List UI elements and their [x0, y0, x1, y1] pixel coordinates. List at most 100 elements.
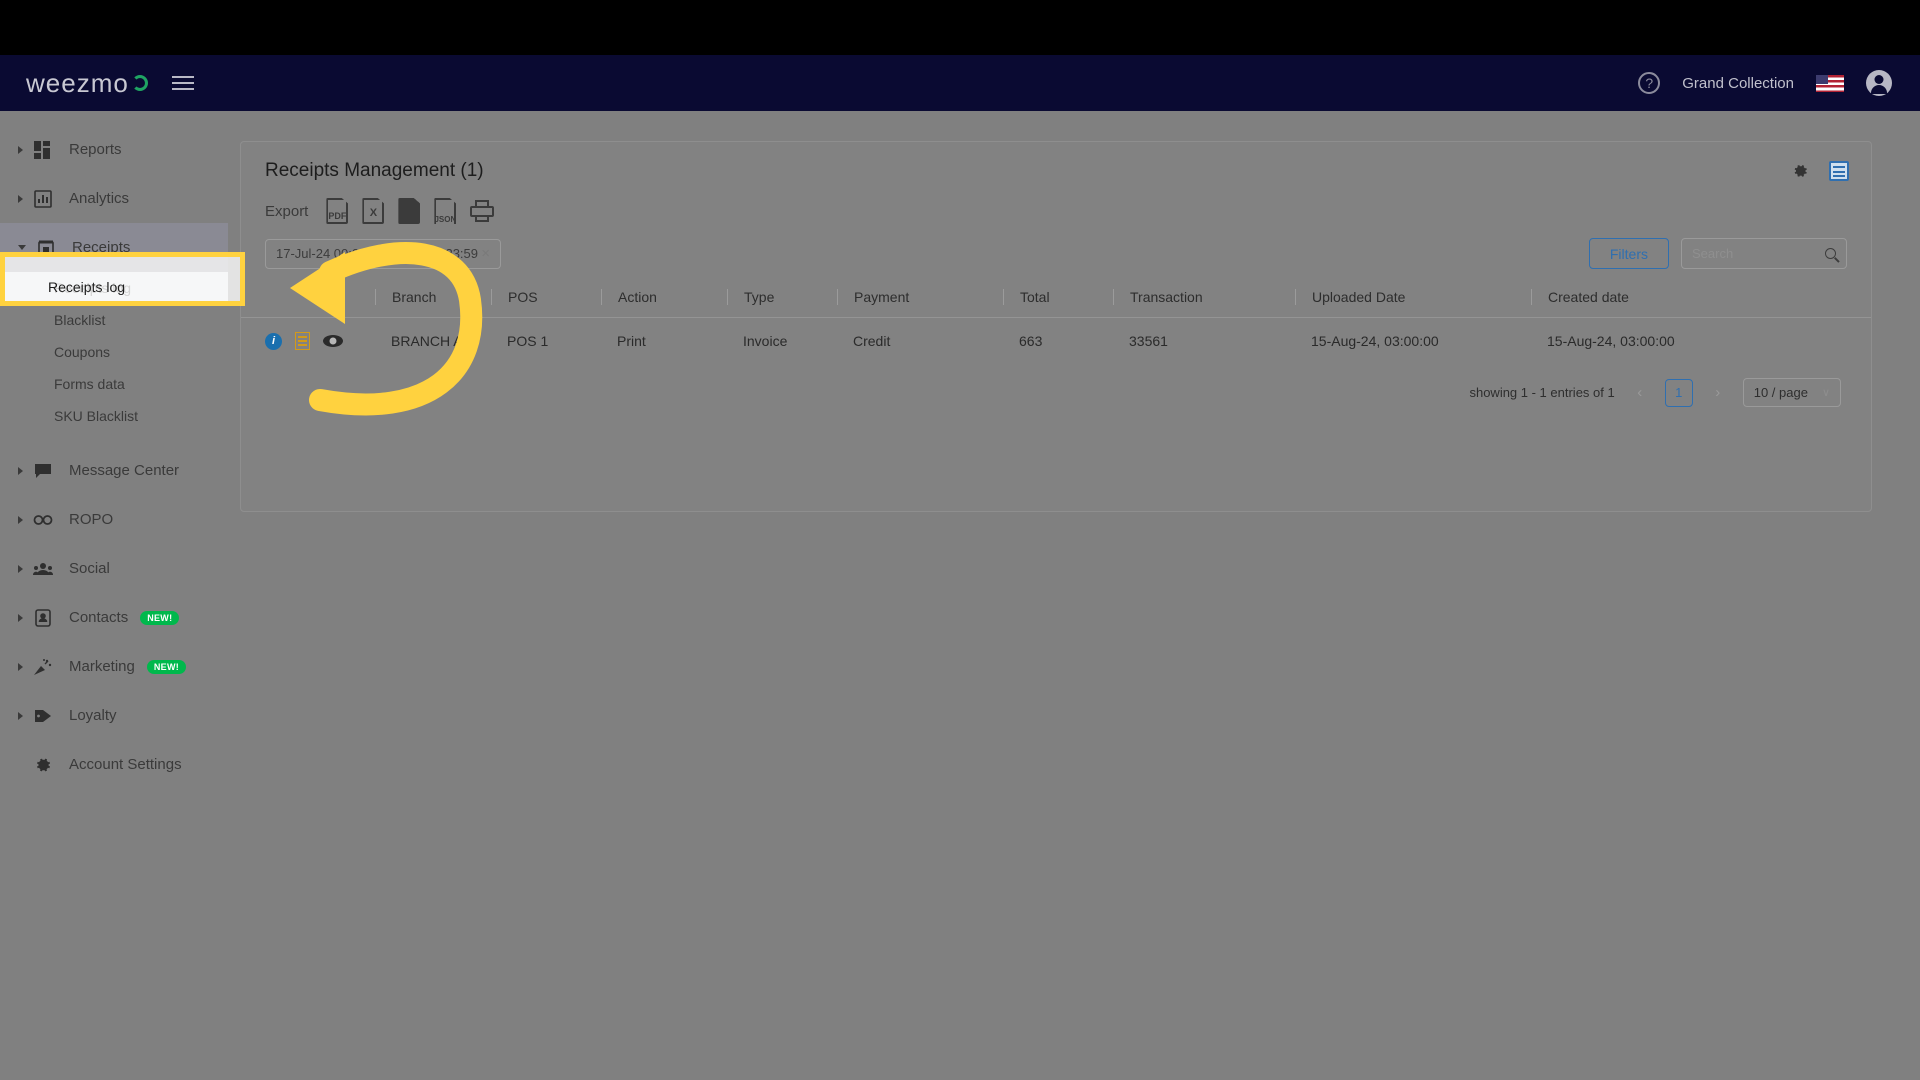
print-export-icon[interactable] [470, 200, 495, 222]
row-action-icons: i [241, 318, 375, 365]
sidebar-item-analytics[interactable]: Analytics [0, 174, 228, 223]
sidebar-item-loyalty[interactable]: Loyalty [0, 691, 228, 740]
sidebar-item-contacts[interactable]: Contacts NEW! [0, 593, 228, 642]
filter-toolbar: 17-Jul-24 00:00 ~ 15-Aug-24 23:59 × Filt… [241, 224, 1871, 269]
chevron-down-icon [18, 245, 26, 250]
column-total[interactable]: Total [1003, 283, 1113, 318]
sidebar-item-ropo[interactable]: ROPO [0, 495, 228, 544]
json-export-icon[interactable]: JSON [434, 198, 457, 224]
chevron-right-icon [18, 711, 23, 720]
chevron-right-icon [18, 466, 23, 475]
status-badge: NEW! [140, 610, 180, 625]
pdf-label: PDF [328, 211, 347, 221]
sidebar-item-label: Account Settings [69, 756, 182, 773]
sidebar-item-marketing[interactable]: Marketing NEW! [0, 642, 228, 691]
cell-payment: Credit [853, 333, 891, 349]
export-toolbar: Export PDF X JSON [241, 182, 1871, 224]
screenshot-root: weezmo ? Grand Collection Reports Analyt… [0, 0, 1920, 1080]
search-box[interactable] [1681, 238, 1847, 269]
chevron-down-icon: ∨ [1821, 387, 1830, 399]
sidebar-item-reports[interactable]: Reports [0, 125, 228, 174]
chevron-right-icon [18, 662, 23, 671]
table-header: Branch POS Action Type Payment Total Tra… [241, 283, 1871, 318]
table-header-row: Branch POS Action Type Payment Total Tra… [241, 283, 1871, 318]
date-range-input[interactable]: 17-Jul-24 00:00 ~ 15-Aug-24 23:59 × [265, 238, 501, 269]
infinity-icon [31, 509, 55, 531]
sidebar-item-label: Marketing [69, 658, 135, 675]
page-size-select[interactable]: 10 / page ∨ [1742, 378, 1841, 407]
search-icon[interactable] [1825, 248, 1836, 259]
eye-icon[interactable] [323, 335, 343, 347]
column-type[interactable]: Type [727, 283, 837, 318]
pdf-export-icon[interactable]: PDF [326, 198, 349, 224]
top-navbar: weezmo ? Grand Collection [0, 55, 1920, 111]
organization-name[interactable]: Grand Collection [1682, 75, 1794, 92]
column-created-date[interactable]: Created date [1531, 283, 1871, 318]
app-logo[interactable]: weezmo [26, 68, 148, 99]
sidebar-item-label: Analytics [69, 190, 130, 207]
bar-chart-icon [31, 188, 55, 210]
account-icon[interactable] [1866, 70, 1892, 96]
sidebar-item-label: ROPO [69, 511, 114, 528]
sidebar-item-social[interactable]: Social [0, 544, 228, 593]
column-actions [241, 283, 375, 318]
pagination-summary: showing 1 - 1 entries of 1 [1469, 385, 1615, 400]
sidebar-item-message-center[interactable]: Message Center [0, 446, 228, 495]
help-icon[interactable]: ? [1638, 72, 1661, 94]
table-body: i BRANCH A POS 1 Print Invoice Credit 66… [241, 318, 1871, 365]
column-payment[interactable]: Payment [837, 283, 1003, 318]
receipts-table: Branch POS Action Type Payment Total Tra… [241, 283, 1871, 364]
cell-action: Print [617, 333, 646, 349]
people-icon [31, 558, 55, 580]
column-action[interactable]: Action [601, 283, 727, 318]
sidebar-item-blacklist[interactable]: Blacklist [0, 304, 228, 336]
sidebar-item-sku-blacklist[interactable]: SKU Blacklist [0, 400, 228, 432]
status-badge: NEW! [146, 659, 187, 674]
pagination-next-button[interactable]: › [1709, 384, 1727, 401]
receipts-management-card: Receipts Management (1) Export PDF X JSO… [240, 141, 1872, 512]
party-popper-icon [31, 656, 55, 678]
info-icon[interactable]: i [265, 332, 282, 350]
table-view-icon[interactable] [1829, 161, 1849, 181]
dashboard-icon [31, 139, 55, 161]
column-pos[interactable]: POS [491, 283, 601, 318]
navbar-right-group: ? Grand Collection [1638, 70, 1892, 96]
cell-branch: BRANCH A [391, 333, 463, 349]
pagination-page-1[interactable]: 1 [1664, 378, 1693, 407]
chat-icon [31, 460, 55, 482]
cell-created-date: 15-Aug-24, 03:00:00 [1547, 333, 1675, 349]
sidebar-subitem-label: Coupons [54, 344, 111, 360]
receipt-icon[interactable] [295, 332, 310, 350]
column-branch[interactable]: Branch [375, 283, 491, 318]
excel-export-icon[interactable]: X [362, 198, 385, 224]
hamburger-icon[interactable] [171, 76, 194, 90]
search-input[interactable] [1692, 246, 1820, 261]
sidebar-item-coupons[interactable]: Coupons [0, 336, 228, 368]
cell-total: 663 [1019, 333, 1043, 349]
sidebar-item-label: Reports [69, 141, 122, 158]
sidebar-item-label: Message Center [69, 462, 180, 479]
excel-label: X [369, 207, 378, 219]
cell-transaction: 33561 [1129, 333, 1168, 349]
export-label: Export [265, 202, 309, 220]
gear-icon[interactable] [1791, 162, 1809, 180]
chevron-right-icon [18, 564, 23, 573]
filter-right-controls: Filters [1588, 238, 1847, 269]
app-surface: weezmo ? Grand Collection Reports Analyt… [0, 55, 1920, 1080]
doc-export-icon[interactable] [398, 198, 421, 224]
filters-button[interactable]: Filters [1588, 238, 1669, 269]
sidebar-item-label: Loyalty [69, 707, 117, 724]
gear-icon [31, 754, 55, 776]
sidebar-subitem-label: SKU Blacklist [54, 408, 139, 424]
pagination-prev-button[interactable]: ‹ [1631, 384, 1649, 401]
clear-date-icon[interactable]: × [481, 245, 490, 262]
page-size-value: 10 / page [1753, 385, 1808, 400]
column-uploaded-date[interactable]: Uploaded Date [1295, 283, 1531, 318]
logo-text: weezmo [26, 67, 129, 98]
sidebar-item-account-settings[interactable]: Account Settings [0, 740, 228, 789]
sidebar-item-forms-data[interactable]: Forms data [0, 368, 228, 400]
column-transaction[interactable]: Transaction [1113, 283, 1295, 318]
table-row[interactable]: i BRANCH A POS 1 Print Invoice Credit 66… [241, 318, 1871, 365]
page-title: Receipts Management (1) [265, 160, 484, 181]
us-flag-icon[interactable] [1816, 74, 1844, 92]
